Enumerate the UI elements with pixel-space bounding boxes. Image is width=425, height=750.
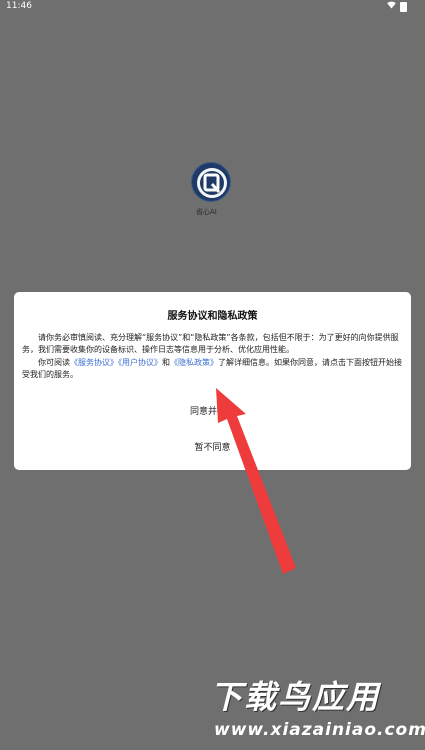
- status-icons: [387, 1, 407, 12]
- dialog-paragraph-2: 你可阅读《服务协议》《用户协议》和《隐私政策》了解详细信息。如果你同意，请点击下…: [22, 357, 403, 381]
- watermark-logo: 下载鸟应用: [210, 678, 381, 716]
- battery-icon: [400, 1, 407, 12]
- wifi-icon: [387, 1, 396, 12]
- service-agreement-link[interactable]: 《服务协议》: [70, 358, 118, 367]
- decline-button[interactable]: 暂不同意: [14, 440, 411, 453]
- status-time: 11:46: [6, 1, 32, 11]
- dialog-body: 请你务必审慎阅读、充分理解“服务协议”和“隐私政策”各条款，包括但不限于：为了更…: [22, 332, 403, 381]
- watermark-url: www.xiazainiao.com: [214, 720, 425, 740]
- privacy-policy-link[interactable]: 《隐私政策》: [170, 358, 218, 367]
- privacy-dialog: 服务协议和隐私政策 请你务必审慎阅读、充分理解“服务协议”和“隐私政策”各条款，…: [14, 292, 411, 470]
- accept-button[interactable]: 同意并接受: [14, 404, 411, 417]
- status-bar: 11:46: [0, 0, 425, 14]
- dialog-paragraph-1: 请你务必审慎阅读、充分理解“服务协议”和“隐私政策”各条款，包括但不限于：为了更…: [22, 333, 399, 354]
- p2-and: 和: [162, 358, 170, 367]
- user-agreement-link[interactable]: 《用户协议》: [118, 358, 162, 367]
- app-logo-icon: [191, 162, 231, 202]
- p2-prefix: 你可阅读: [38, 358, 70, 367]
- dialog-title: 服务协议和隐私政策: [167, 311, 258, 322]
- app-name: 省心AI: [196, 208, 217, 216]
- watermark: 下载鸟应用 www.xiazainiao.com: [210, 672, 425, 744]
